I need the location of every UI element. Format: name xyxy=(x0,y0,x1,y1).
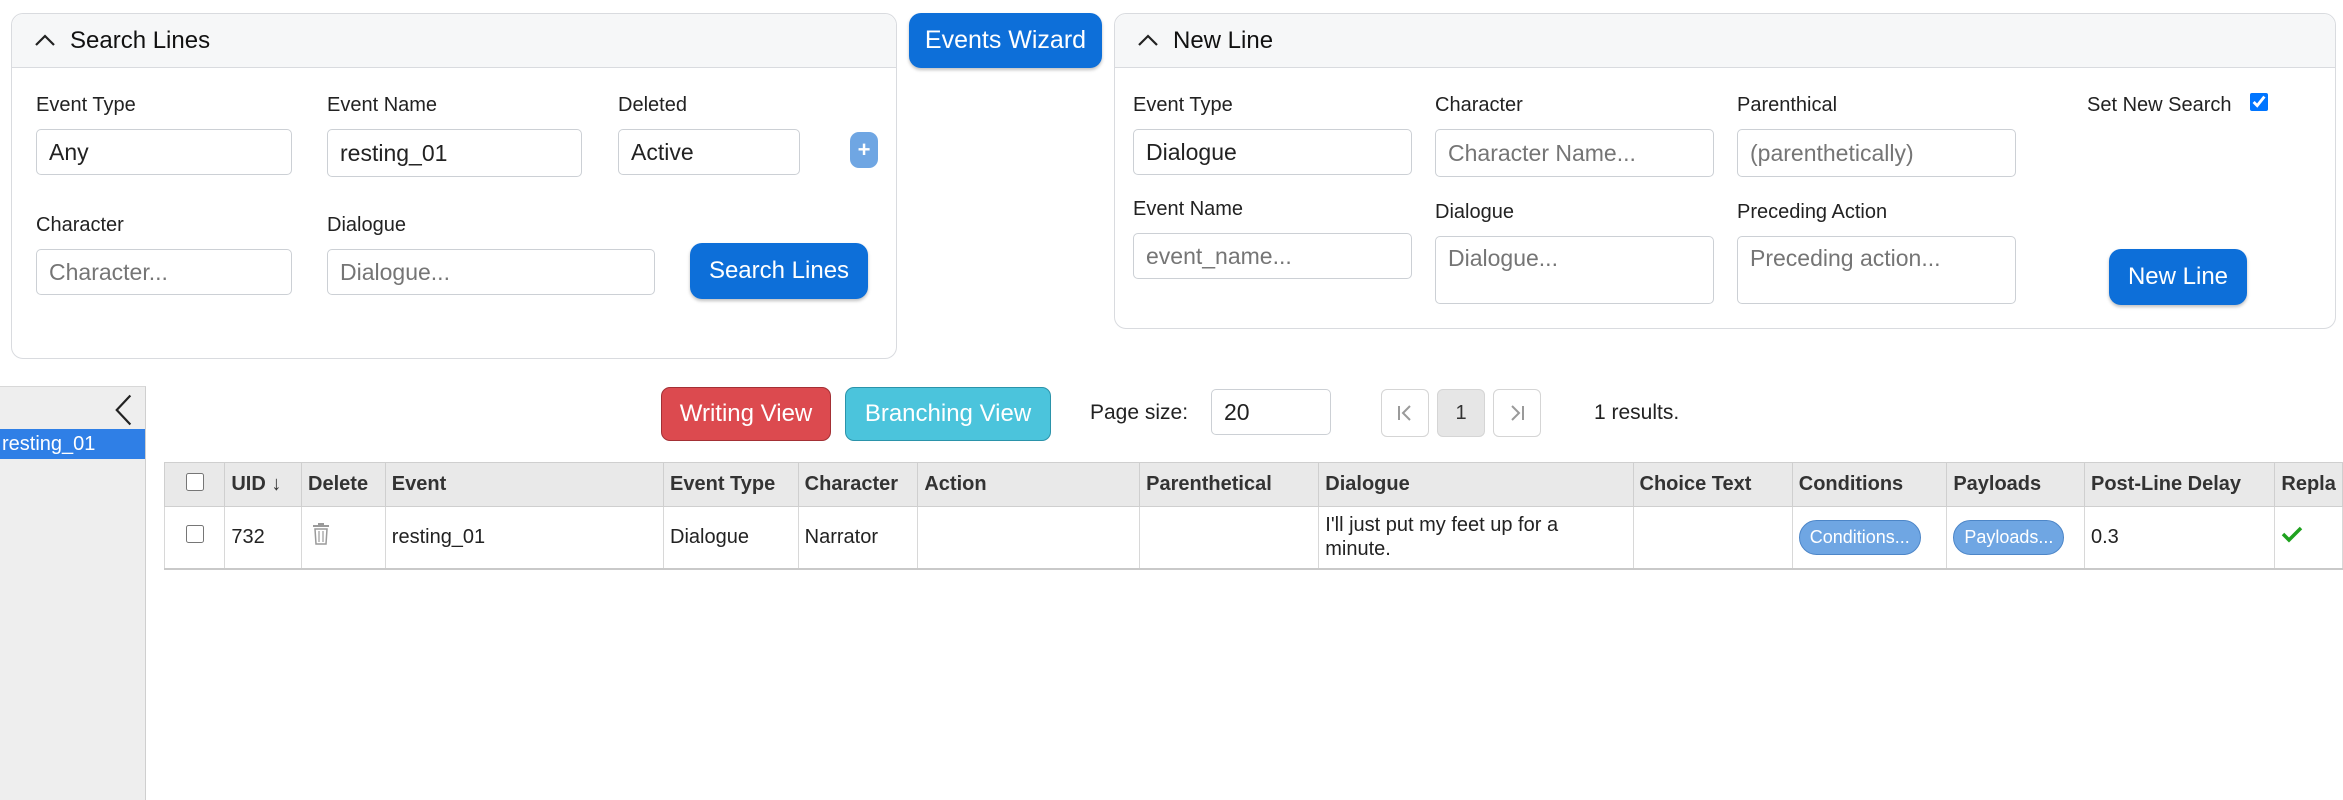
delete-cell xyxy=(301,506,386,570)
checkmark-icon xyxy=(2282,527,2303,543)
select-all-checkbox[interactable] xyxy=(185,472,204,491)
new-line-panel: New Line Event Type Character Parenthica… xyxy=(1114,13,2336,329)
first-page-button[interactable] xyxy=(1381,389,1429,437)
row-checkbox[interactable] xyxy=(185,525,204,544)
preceding-action-label: Preceding Action xyxy=(1737,201,1888,223)
new-line-header[interactable]: New Line xyxy=(1115,14,2335,68)
row-select-cell xyxy=(163,506,226,570)
preceding-action-textarea[interactable] xyxy=(1737,236,2016,304)
new-event-name-label: Event Name xyxy=(1133,198,1244,220)
character-input[interactable] xyxy=(36,249,292,295)
first-page-icon xyxy=(1398,405,1411,421)
search-lines-button[interactable]: Search Lines xyxy=(690,243,868,299)
uid-cell: 732 xyxy=(224,506,303,570)
character-cell: Narrator xyxy=(797,506,919,570)
dialogue-label: Dialogue xyxy=(327,214,406,236)
new-event-type-label: Event Type xyxy=(1133,94,1233,116)
search-lines-header[interactable]: Search Lines xyxy=(12,14,896,68)
replay-cell xyxy=(2274,506,2343,570)
chevron-up-icon[interactable] xyxy=(1137,30,1159,52)
trash-icon[interactable] xyxy=(311,523,331,545)
event-name-input[interactable] xyxy=(327,129,582,177)
column-header-delete[interactable]: Delete xyxy=(301,462,386,507)
lines-table: UID ↓ Delete Event Event Type Character … xyxy=(163,462,2343,570)
chevron-left-icon[interactable] xyxy=(114,393,134,427)
deleted-select[interactable] xyxy=(618,129,800,175)
character-label: Character xyxy=(36,214,124,236)
new-event-name-input[interactable] xyxy=(1133,233,1412,279)
page-size-input[interactable] xyxy=(1211,389,1331,435)
table-header-row: UID ↓ Delete Event Event Type Character … xyxy=(163,462,2343,507)
new-line-title: New Line xyxy=(1173,26,1274,54)
event-type-label: Event Type xyxy=(36,94,136,116)
search-lines-panel: Search Lines Event Type Event Name Delet… xyxy=(11,13,897,359)
search-lines-title: Search Lines xyxy=(70,26,211,54)
parenthetical-cell xyxy=(1139,506,1320,570)
conditions-cell: Conditions... xyxy=(1791,506,1948,570)
sidebar-item-resting-01[interactable]: resting_01 xyxy=(0,429,145,459)
column-header-event[interactable]: Event xyxy=(384,462,665,507)
post-line-delay-cell: 0.3 xyxy=(2083,506,2276,570)
column-header-choice-text[interactable]: Choice Text xyxy=(1632,462,1793,507)
event-sidebar: resting_01 xyxy=(0,386,146,800)
column-header-conditions[interactable]: Conditions xyxy=(1791,462,1948,507)
select-all-header xyxy=(163,462,226,507)
column-header-uid[interactable]: UID ↓ xyxy=(224,462,303,507)
add-filter-button[interactable]: + xyxy=(850,132,878,168)
new-character-input[interactable] xyxy=(1435,129,1714,177)
last-page-button[interactable] xyxy=(1493,389,1541,437)
conditions-button[interactable]: Conditions... xyxy=(1798,519,1921,555)
new-event-type-select[interactable] xyxy=(1133,129,1412,175)
choice-text-cell xyxy=(1632,506,1793,570)
column-header-character[interactable]: Character xyxy=(797,462,919,507)
new-dialogue-textarea[interactable] xyxy=(1435,236,1714,304)
column-header-action[interactable]: Action xyxy=(917,462,1141,507)
payloads-cell: Payloads... xyxy=(1946,506,2085,570)
dialogue-cell: I'll just put my feet up for a minute. xyxy=(1318,506,1634,570)
dialogue-input[interactable] xyxy=(327,249,655,295)
event-type-select[interactable] xyxy=(36,129,292,175)
action-cell xyxy=(917,506,1141,570)
new-line-button[interactable]: New Line xyxy=(2109,249,2247,305)
table-row[interactable]: 732 resting_01 Dialogue Narrator I'll ju… xyxy=(163,506,2343,570)
branching-view-button[interactable]: Branching View xyxy=(845,387,1051,441)
parenthetical-input[interactable] xyxy=(1737,129,2016,177)
deleted-label: Deleted xyxy=(618,94,687,116)
new-character-label: Character xyxy=(1435,94,1523,116)
writing-view-button[interactable]: Writing View xyxy=(661,387,831,441)
column-header-dialogue[interactable]: Dialogue xyxy=(1318,462,1634,507)
chevron-up-icon[interactable] xyxy=(34,30,56,52)
set-new-search-checkbox[interactable] xyxy=(2250,93,2268,111)
set-new-search-label: Set New Search xyxy=(2087,94,2232,116)
events-wizard-button[interactable]: Events Wizard xyxy=(909,13,1102,68)
parenthetical-label: Parenthical xyxy=(1737,94,1838,116)
payloads-button[interactable]: Payloads... xyxy=(1953,519,2065,555)
column-header-event-type[interactable]: Event Type xyxy=(663,462,799,507)
column-header-post-line-delay[interactable]: Post-Line Delay xyxy=(2083,462,2276,507)
column-header-parenthetical[interactable]: Parenthetical xyxy=(1139,462,1320,507)
new-dialogue-label: Dialogue xyxy=(1435,201,1514,223)
page-size-label: Page size: xyxy=(1090,401,1189,424)
column-header-payloads[interactable]: Payloads xyxy=(1946,462,2085,507)
column-header-replay[interactable]: Repla xyxy=(2274,462,2343,507)
event-name-label: Event Name xyxy=(327,94,438,116)
last-page-icon xyxy=(1511,405,1524,421)
results-count: 1 results. xyxy=(1594,401,1680,424)
event-cell: resting_01 xyxy=(384,506,665,570)
current-page-button[interactable]: 1 xyxy=(1437,389,1485,437)
event-type-cell: Dialogue xyxy=(663,506,799,570)
